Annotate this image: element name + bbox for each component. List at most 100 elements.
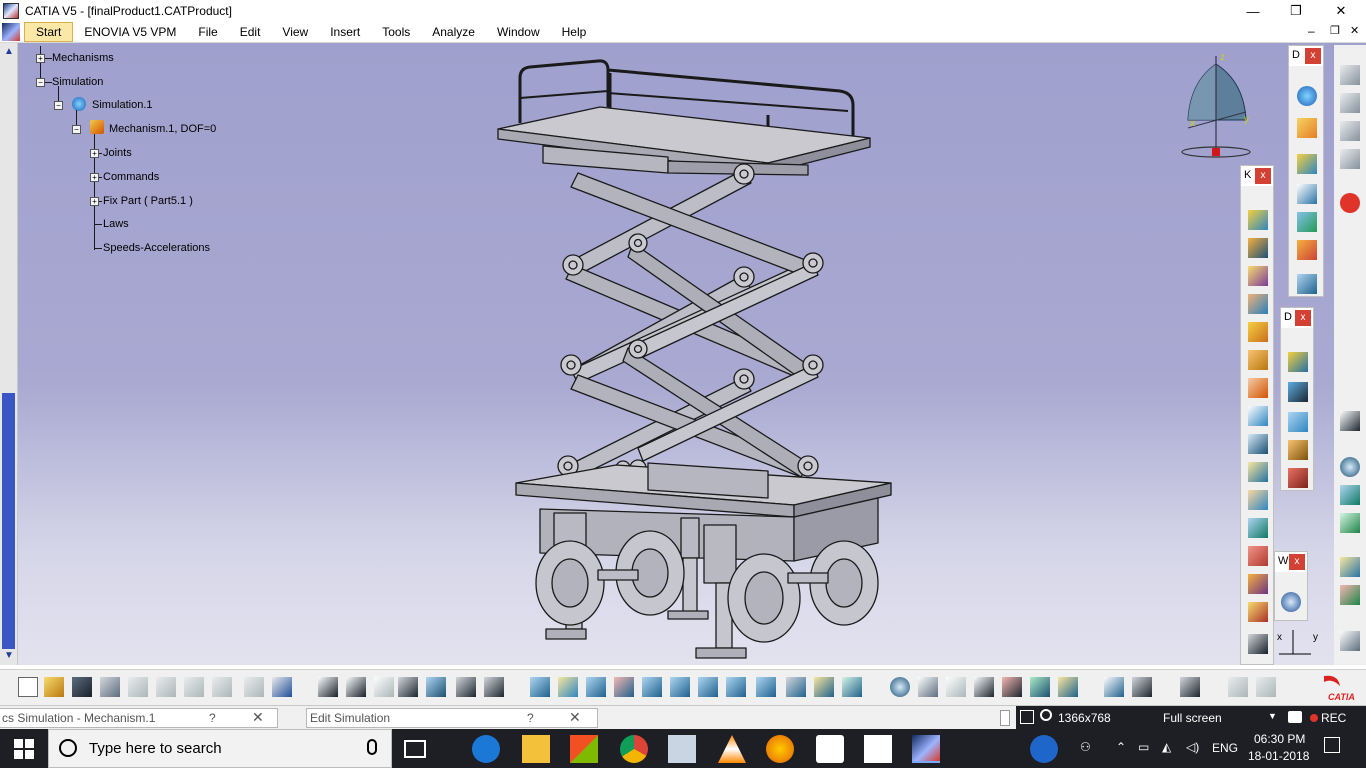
undo-icon[interactable] (212, 677, 232, 697)
menu-tools[interactable]: Tools (371, 22, 421, 43)
toolbar-close-icon[interactable]: x (1255, 168, 1271, 184)
edit-simulation-dialog-tab[interactable]: Edit Simulation ? ✕ (306, 708, 598, 728)
tree-scrollbar[interactable]: ▲ ▼ (0, 43, 18, 665)
doc-minimize-button[interactable]: – (1308, 24, 1315, 38)
pan-icon[interactable] (586, 677, 606, 697)
slide-curve-joint-icon[interactable] (1248, 434, 1268, 454)
menu-insert[interactable]: Insert (319, 22, 371, 43)
dialog-help-icon[interactable]: ? (527, 709, 534, 727)
doc-restore-button[interactable]: ❐ (1330, 24, 1340, 37)
distance-icon[interactable] (1058, 677, 1078, 697)
expand-joints-icon[interactable]: + (90, 149, 99, 158)
network-icon[interactable]: ◭ (1162, 740, 1171, 754)
close-button[interactable]: ✕ (1318, 0, 1364, 22)
expand-mechanisms-icon[interactable]: + (36, 54, 45, 63)
select-pointer-icon[interactable] (1340, 411, 1360, 431)
chrome-icon[interactable] (620, 735, 648, 763)
photos-app-icon[interactable] (668, 735, 696, 763)
camera-app-icon[interactable] (816, 735, 844, 763)
minimize-button[interactable]: — (1230, 0, 1276, 22)
vlc-icon[interactable] (718, 735, 746, 763)
firefox-icon[interactable] (766, 735, 794, 763)
status-input[interactable] (1000, 710, 1010, 726)
expand-fixpart-icon[interactable]: + (90, 197, 99, 206)
menu-help[interactable]: Help (551, 22, 598, 43)
clock-time[interactable]: 06:30 PM (1254, 732, 1305, 746)
rigid-joint-icon[interactable] (1248, 350, 1268, 370)
comment-icon[interactable] (346, 677, 366, 697)
task-view-icon[interactable] (404, 740, 426, 758)
kinematics-icon[interactable] (1297, 212, 1317, 232)
part-icon[interactable] (1340, 149, 1360, 169)
normal-view-icon[interactable] (698, 677, 718, 697)
zoom-out-icon[interactable] (670, 677, 690, 697)
simulation-icon[interactable] (1297, 86, 1317, 106)
cylindrical-joint-icon[interactable] (1248, 294, 1268, 314)
target-icon[interactable] (890, 677, 910, 697)
rotate-icon[interactable] (614, 677, 634, 697)
sensor-icon[interactable] (1288, 352, 1308, 372)
structure-icon[interactable] (484, 677, 504, 697)
forward-icon[interactable] (946, 677, 966, 697)
apply-material-icon[interactable] (1340, 631, 1360, 651)
trace-icon[interactable] (1288, 440, 1308, 460)
help-tray-icon[interactable] (1030, 735, 1058, 763)
record-dot-icon[interactable] (1310, 714, 1318, 722)
tree-node-laws[interactable]: Laws (103, 218, 129, 230)
screw-joint-icon[interactable] (1248, 322, 1268, 342)
menu-file[interactable]: File (187, 22, 228, 43)
hide-show-icon[interactable] (814, 677, 834, 697)
file-explorer-icon[interactable] (522, 735, 550, 763)
menu-start[interactable]: Start (24, 22, 74, 42)
menu-window[interactable]: Window (486, 22, 551, 43)
spin-icon[interactable] (1340, 457, 1360, 477)
toolbar-close-icon[interactable]: x (1289, 554, 1305, 570)
isometric-view-icon[interactable] (756, 677, 776, 697)
collapse-mechanism1-icon[interactable]: − (72, 125, 81, 134)
formula-icon[interactable] (318, 677, 338, 697)
store-icon[interactable] (570, 735, 598, 763)
cut-icon[interactable] (128, 677, 148, 697)
collapse-simulation-icon[interactable]: − (36, 78, 45, 87)
catalog-icon[interactable] (1340, 65, 1360, 85)
multi-view-icon[interactable] (726, 677, 746, 697)
scroll-thumb[interactable] (2, 393, 15, 650)
catia-logo-icon[interactable] (2, 23, 20, 41)
pointer-icon[interactable] (1297, 274, 1317, 294)
notifications-icon[interactable] (1324, 737, 1340, 753)
tree-node-mechanisms[interactable]: Mechanisms (52, 52, 114, 64)
toolbar-close-icon[interactable]: x (1295, 310, 1311, 326)
copy-icon[interactable] (156, 677, 176, 697)
3d-compass[interactable]: z x y (1176, 52, 1256, 162)
revolute-joint-icon[interactable] (1248, 238, 1268, 258)
windows-start-icon[interactable] (14, 739, 34, 759)
whats-this-icon[interactable] (272, 677, 292, 697)
dropdown-arrow-icon[interactable]: ▼ (1268, 711, 1277, 721)
measure-item-icon[interactable] (1132, 677, 1152, 697)
volume-icon[interactable]: ◁) (1186, 740, 1199, 754)
dialog-close-icon[interactable]: ✕ (569, 708, 581, 726)
rewind-icon[interactable] (918, 677, 938, 697)
microphone-icon[interactable] (367, 739, 377, 755)
law-icon[interactable] (1297, 240, 1317, 260)
point-surface-joint-icon[interactable] (1248, 490, 1268, 510)
knowledge-advisor-icon[interactable] (1228, 677, 1248, 697)
expand-commands-icon[interactable]: + (90, 173, 99, 182)
tools-icon[interactable] (1288, 468, 1308, 488)
replay-icon[interactable] (1288, 382, 1308, 402)
wind-icon[interactable] (1281, 592, 1301, 612)
rack-joint-icon[interactable] (1248, 602, 1268, 622)
measure-icon[interactable] (1340, 557, 1360, 577)
roll-curve-joint-icon[interactable] (1248, 462, 1268, 482)
universal-joint-icon[interactable] (1248, 518, 1268, 538)
print-icon[interactable] (100, 677, 120, 697)
swept-volume-icon[interactable] (1288, 412, 1308, 432)
edge-browser-icon[interactable] (472, 735, 500, 763)
tree-node-simulation[interactable]: Simulation (52, 76, 103, 88)
people-icon[interactable]: ⚇ (1080, 740, 1091, 754)
show-hidden-icons-icon[interactable]: ⌃ (1116, 740, 1126, 754)
battery-icon[interactable]: ▭ (1138, 740, 1149, 754)
open-file-icon[interactable] (44, 677, 64, 697)
cv-joint-icon[interactable] (1248, 546, 1268, 566)
taskbar-search-box[interactable]: Type here to search (48, 729, 392, 768)
